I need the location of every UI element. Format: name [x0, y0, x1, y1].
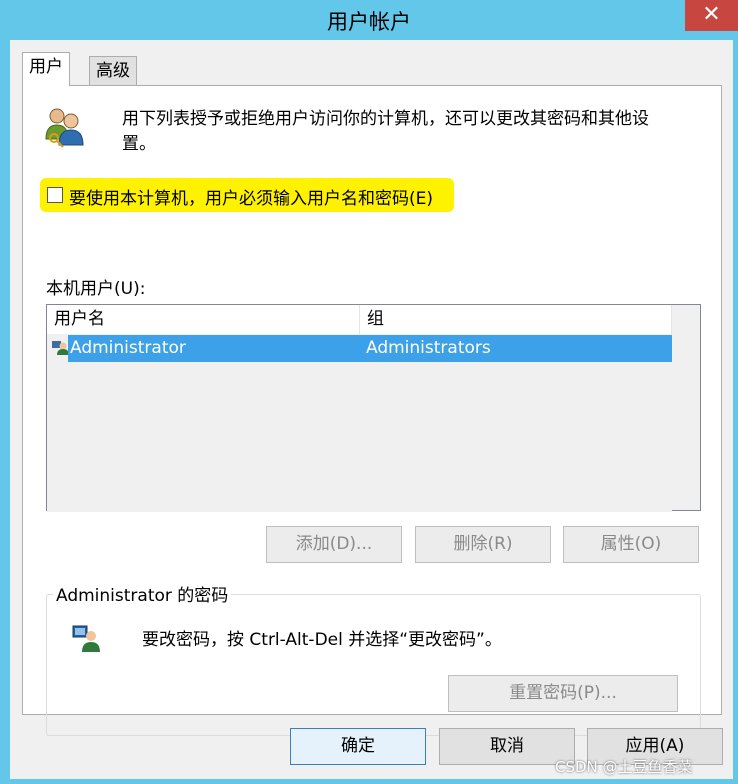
close-button[interactable]: ✕	[685, 0, 738, 31]
tab-advanced-label: 高级	[96, 61, 130, 81]
password-instruction: 要改密码，按 Ctrl-Alt-Del 并选择“更改密码”。	[142, 630, 502, 650]
reset-password-button[interactable]: 重置密码(P)...	[448, 675, 678, 712]
require-login-checkbox[interactable]	[47, 187, 63, 203]
tab-users[interactable]: 用户	[22, 52, 70, 86]
local-users-list[interactable]: 用户名 组 Administrator Administrators	[46, 304, 701, 512]
add-user-button[interactable]: 添加(D)...	[266, 526, 402, 563]
cell-group: Administrators	[366, 338, 491, 358]
ok-button[interactable]: 确定	[290, 728, 426, 765]
intro-text-line1: 用下列表授予或拒绝用户访问你的计算机，还可以更改其密码和其他设	[122, 109, 649, 129]
users-icon	[45, 108, 84, 148]
intro-text: 用下列表授予或拒绝用户访问你的计算机，还可以更改其密码和其他设 置。	[122, 107, 712, 157]
cell-username: Administrator	[70, 338, 186, 358]
list-body: Administrator Administrators	[47, 335, 672, 512]
window-title: 用户帐户	[327, 10, 411, 34]
local-users-label: 本机用户(U):	[46, 279, 146, 299]
watermark: CSDN @土豆鱼香菜	[555, 758, 693, 776]
remove-user-button[interactable]: 删除(R)	[415, 526, 551, 563]
user-password-icon	[72, 625, 100, 652]
require-login-label[interactable]: 要使用本计算机，用户必须输入用户名和密码(E)	[69, 184, 433, 209]
user-icon	[52, 341, 69, 355]
column-header-username[interactable]: 用户名	[47, 305, 360, 334]
password-groupbox	[46, 594, 701, 736]
close-icon: ✕	[702, 2, 721, 27]
tab-panel-users: 用下列表授予或拒绝用户访问你的计算机，还可以更改其密码和其他设 置。 要使用本计…	[22, 85, 722, 736]
intro-text-line2: 置。	[122, 134, 156, 154]
table-row[interactable]: Administrator Administrators	[68, 335, 672, 362]
properties-button[interactable]: 属性(O)	[563, 526, 699, 563]
header-spacer	[672, 305, 700, 334]
column-header-group[interactable]: 组	[360, 305, 672, 334]
tab-users-label: 用户	[29, 57, 63, 77]
password-groupbox-legend: Administrator 的密码	[53, 581, 232, 606]
tab-advanced[interactable]: 高级	[89, 56, 137, 86]
dialog-client-area: 用户 高级 用下列表授予或拒绝用户访问你的计算机，还可以更改其密码和其他设 置。…	[10, 40, 733, 779]
